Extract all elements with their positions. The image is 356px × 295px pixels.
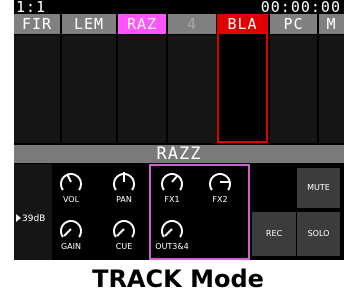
level-strip	[14, 164, 52, 260]
cue-knob[interactable]: CUE	[109, 217, 139, 251]
gain-knob[interactable]: GAIN	[56, 217, 86, 251]
track-tab[interactable]: LEM	[62, 14, 116, 34]
rec-button[interactable]: REC	[252, 212, 296, 256]
vol-knob[interactable]: VOL	[56, 170, 86, 204]
knob-dial-icon	[60, 173, 82, 191]
track-column-lem[interactable]: LEM	[62, 14, 116, 143]
pan-label: PAN	[116, 195, 132, 204]
track-column-raz[interactable]: RAZ	[118, 14, 166, 143]
fx1-knob[interactable]: FX1	[157, 170, 187, 204]
status-bar: 1:1 00:00:00	[14, 0, 344, 16]
track-column-4[interactable]: 4	[168, 14, 216, 143]
track-name-bar: RAZZ	[14, 145, 344, 163]
position-indicator: 1:1	[16, 0, 47, 16]
time-display: 00:00:00	[260, 0, 341, 16]
track-column-bla[interactable]: BLA	[217, 14, 268, 143]
track-column-pc[interactable]: PC	[270, 14, 317, 143]
cue-label: CUE	[115, 242, 133, 251]
track-tab-active[interactable]: BLA	[217, 14, 268, 34]
track-column-fir[interactable]: FIR	[14, 14, 60, 143]
track-well	[14, 35, 60, 143]
db-value: 39dB	[22, 214, 46, 224]
track-tab[interactable]: M	[319, 14, 344, 34]
knob-dial-icon	[161, 220, 183, 238]
gain-label: GAIN	[60, 242, 81, 251]
mixer-panel: 39dB VOL PAN FX1 FX2 GAIN CUE OUT3&4 MUT…	[14, 164, 344, 260]
knob-dial-icon	[60, 220, 82, 238]
track-well-active	[217, 34, 268, 143]
track-tab[interactable]: FIR	[14, 14, 60, 34]
track-tab[interactable]: 4	[168, 14, 216, 34]
level-readout: 39dB	[16, 214, 45, 224]
fx1-label: FX1	[164, 195, 180, 204]
output-label: OUT3&4	[155, 242, 189, 251]
track-column-m[interactable]: M	[319, 14, 344, 143]
track-well	[168, 35, 216, 143]
output-knob[interactable]: OUT3&4	[155, 217, 189, 251]
play-arrow-icon	[16, 214, 21, 222]
track-well	[319, 35, 344, 143]
knob-dial-icon	[113, 220, 135, 238]
knob-dial-icon	[113, 172, 135, 191]
track-tab-selected[interactable]: RAZ	[118, 14, 166, 34]
track-well	[118, 35, 166, 143]
mute-button[interactable]: MUTE	[297, 168, 340, 208]
vol-label: VOL	[62, 195, 80, 204]
track-well	[270, 35, 317, 143]
pan-knob[interactable]: PAN	[109, 170, 139, 204]
fx2-label: FX2	[212, 195, 228, 204]
solo-button[interactable]: SOLO	[297, 212, 340, 256]
fx2-knob[interactable]: FX2	[205, 170, 235, 204]
device-screen: 1:1 00:00:00 FIR LEM RAZ 4 BLA PC M RAZZ…	[14, 0, 344, 260]
knob-dial-icon	[161, 173, 183, 191]
mode-caption: TRACK Mode	[92, 265, 264, 293]
knob-dial-icon	[209, 173, 231, 191]
track-tab[interactable]: PC	[270, 14, 317, 34]
track-well	[62, 35, 116, 143]
